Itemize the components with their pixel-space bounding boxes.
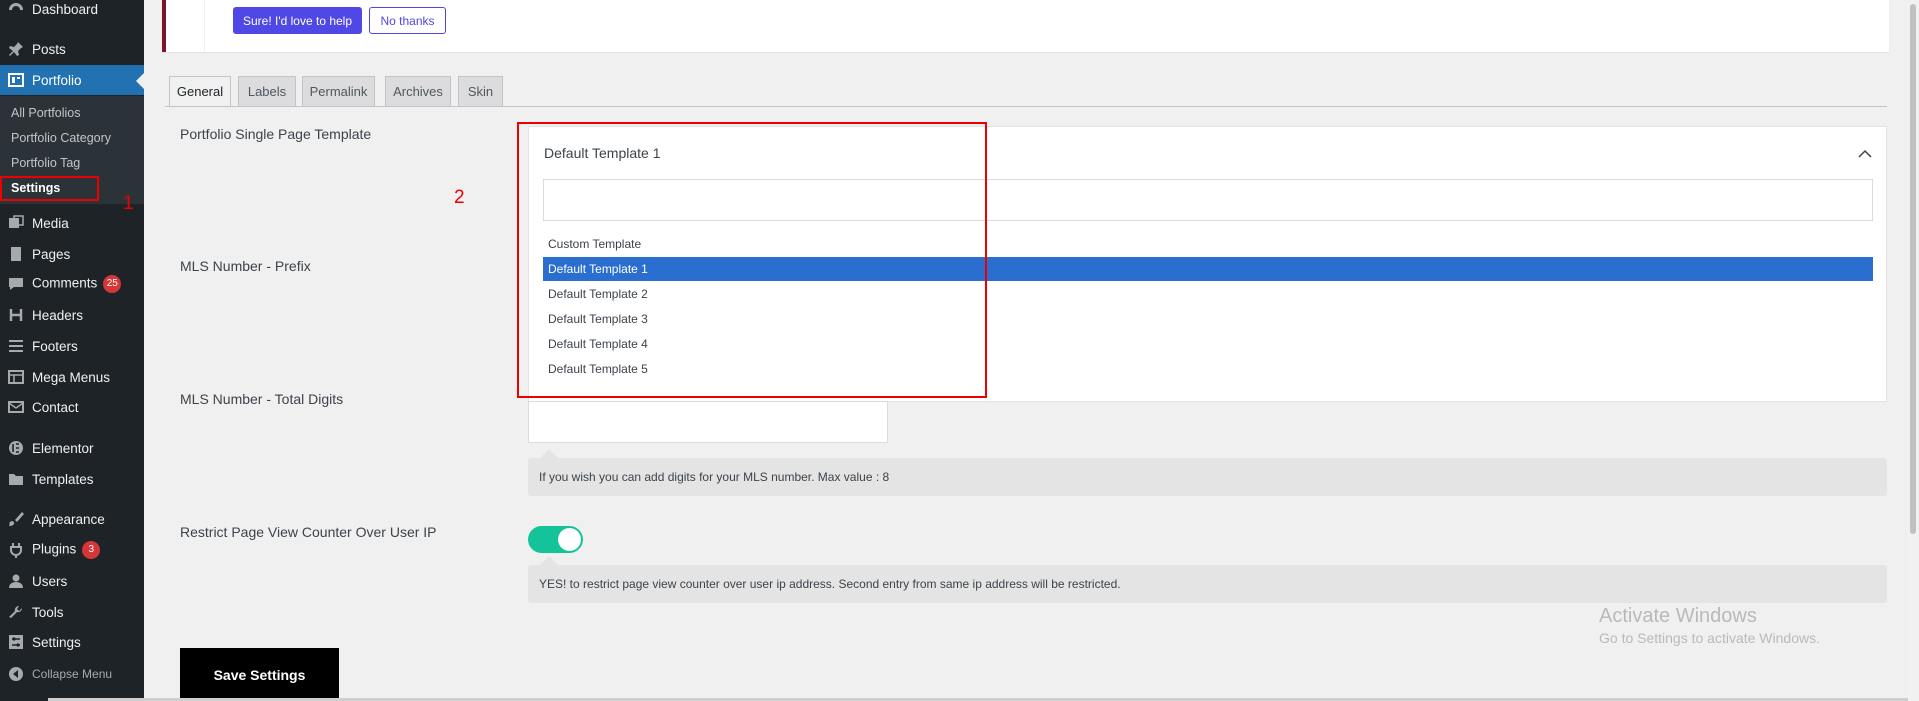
watermark-title: Activate Windows [1599, 605, 1757, 627]
pin-icon [7, 40, 25, 58]
restrict-help: YES! to restrict page view counter over … [528, 556, 1887, 603]
menu-tools[interactable]: Tools [0, 597, 144, 627]
accept-button[interactable]: Sure! I'd love to help [233, 7, 362, 34]
annotation-box-dropdown [517, 122, 987, 398]
admin-sidebar: Dashboard Posts Portfolio All Portfolios… [0, 0, 144, 701]
menu-collapse-label: Collapse Menu [32, 667, 113, 681]
annotation-number-1: 1 [123, 193, 134, 214]
menu-tools-label: Tools [32, 604, 64, 620]
menu-contact[interactable]: Contact [0, 392, 144, 422]
menu-headers[interactable]: Headers [0, 300, 144, 330]
page-scrollbar[interactable] [1907, 0, 1919, 701]
submenu-portfolio-category[interactable]: Portfolio Category [11, 131, 111, 145]
decline-button[interactable]: No thanks [369, 7, 446, 34]
template-label: Portfolio Single Page Template [180, 126, 372, 142]
help-arrow [540, 556, 558, 565]
plugins-count-badge: 3 [82, 541, 101, 559]
wrench-icon [7, 603, 25, 621]
menu-pages[interactable]: Pages [0, 239, 144, 269]
annotation-number-2: 2 [454, 187, 465, 208]
menu-collapse[interactable]: Collapse Menu [0, 659, 144, 689]
settings-icon [7, 633, 25, 651]
header-icon [7, 306, 25, 324]
help-arrow [540, 449, 558, 458]
mls-digits-help-text: If you wish you can add digits for your … [539, 470, 890, 484]
menu-media-label: Media [32, 215, 69, 231]
tabs-divider [165, 106, 1887, 107]
tab-archives[interactable]: Archives [385, 76, 451, 107]
annotation-box-settings [0, 176, 99, 201]
mls-prefix-label: MLS Number - Prefix [180, 258, 311, 274]
media-icon [7, 214, 25, 232]
user-icon [7, 572, 25, 590]
restrict-toggle[interactable] [528, 526, 583, 553]
menu-mega-menus[interactable]: Mega Menus [0, 362, 144, 392]
mls-digits-input[interactable] [528, 401, 888, 443]
menu-dashboard[interactable]: Dashboard [0, 0, 144, 24]
menu-appearance-label: Appearance [32, 511, 105, 527]
elementor-icon [7, 439, 25, 457]
menu-dashboard-label: Dashboard [32, 1, 99, 17]
chevron-up-icon[interactable] [1858, 147, 1872, 161]
menu-templates-label: Templates [32, 471, 94, 487]
menu-comments-label: Comments 25 [32, 275, 122, 293]
menu-mega-menus-label: Mega Menus [32, 369, 111, 385]
restrict-label: Restrict Page View Counter Over User IP [180, 524, 437, 540]
menu-appearance[interactable]: Appearance [0, 504, 144, 534]
mega-menu-icon [7, 368, 25, 386]
menu-plugins-label: Plugins 3 [32, 541, 101, 559]
comments-count-badge: 25 [103, 275, 122, 293]
tab-labels[interactable]: Labels [238, 76, 296, 107]
submenu-portfolio-tag[interactable]: Portfolio Tag [11, 156, 80, 170]
menu-posts[interactable]: Posts [0, 34, 144, 64]
tab-skin[interactable]: Skin [458, 76, 503, 107]
menu-settings[interactable]: Settings [0, 627, 144, 657]
mail-icon [7, 398, 25, 416]
restrict-help-text: YES! to restrict page view counter over … [539, 577, 1121, 591]
menu-users[interactable]: Users [0, 566, 144, 596]
comments-text: Comments [32, 275, 98, 291]
menu-comments[interactable]: Comments 25 [0, 269, 144, 299]
folder-icon [7, 470, 25, 488]
tab-permalink[interactable]: Permalink [302, 76, 375, 107]
menu-users-label: Users [32, 573, 68, 589]
admin-notice: Sure! I'd love to help No thanks [162, 0, 1889, 52]
menu-portfolio-label: Portfolio [32, 72, 82, 88]
mls-digits-label: MLS Number - Total Digits [180, 391, 344, 407]
watermark-subtitle: Go to Settings to activate Windows. [1599, 630, 1820, 646]
pages-icon [7, 245, 25, 263]
plug-icon [7, 541, 25, 559]
menu-footers-label: Footers [32, 338, 78, 354]
menu-elementor[interactable]: Elementor [0, 433, 144, 463]
dashboard-icon [7, 0, 25, 18]
menu-portfolio[interactable]: Portfolio [0, 65, 144, 95]
tab-general[interactable]: General [169, 76, 231, 107]
brush-icon [7, 510, 25, 528]
portfolio-icon [7, 71, 25, 89]
comment-icon [7, 275, 25, 293]
submenu-all-portfolios[interactable]: All Portfolios [11, 106, 80, 120]
mls-digits-help: If you wish you can add digits for your … [528, 449, 1887, 496]
footer-icon [7, 337, 25, 355]
active-indicator [136, 73, 144, 89]
menu-headers-label: Headers [32, 307, 84, 323]
toggle-knob [558, 528, 581, 551]
menu-footers[interactable]: Footers [0, 331, 144, 361]
save-settings-button[interactable]: Save Settings [180, 648, 339, 701]
menu-contact-label: Contact [32, 399, 79, 415]
menu-posts-label: Posts [32, 41, 66, 57]
scrollbar-thumb[interactable] [1910, 4, 1916, 534]
windows-watermark: Activate Windows Go to Settings to activ… [1599, 605, 1820, 646]
menu-settings-label: Settings [32, 634, 81, 650]
notice-divider [204, 0, 205, 52]
menu-templates[interactable]: Templates [0, 464, 144, 494]
menu-plugins[interactable]: Plugins 3 [0, 535, 144, 565]
menu-pages-label: Pages [32, 246, 71, 262]
collapse-icon [7, 665, 25, 683]
menu-elementor-label: Elementor [32, 440, 94, 456]
plugins-text: Plugins [32, 541, 77, 557]
